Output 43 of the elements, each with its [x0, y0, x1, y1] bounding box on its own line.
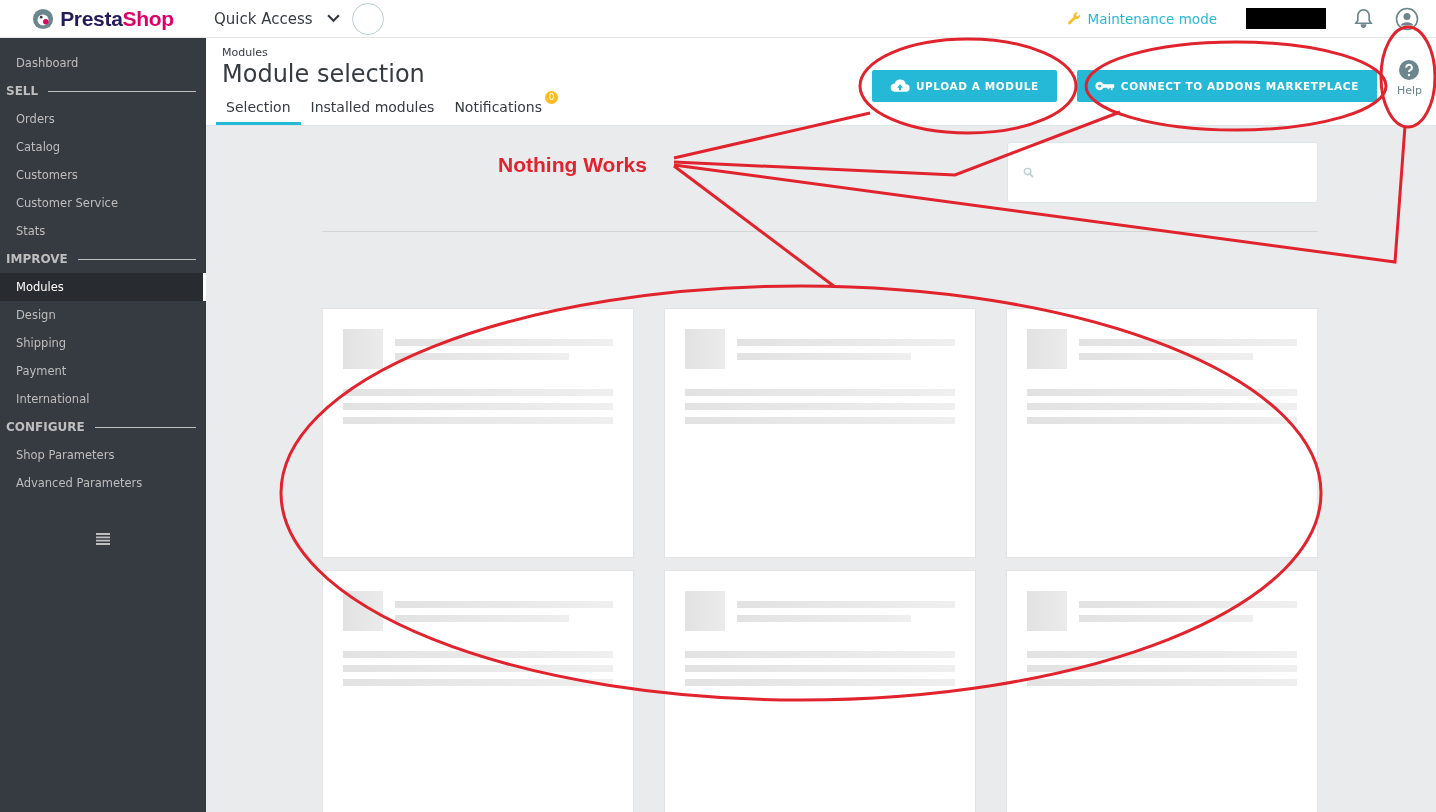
sidebar-item[interactable]: Design: [0, 301, 206, 329]
sidebar-item[interactable]: Stats: [0, 217, 206, 245]
sidebar-item[interactable]: Modules: [0, 273, 206, 301]
image-placeholder: [1027, 591, 1067, 631]
sidebar-item[interactable]: Orders: [0, 105, 206, 133]
sidebar-item[interactable]: Shop Parameters: [0, 441, 206, 469]
sidebar-item[interactable]: Advanced Parameters: [0, 469, 206, 497]
search-icon: [1023, 167, 1034, 178]
breadcrumb[interactable]: Modules: [216, 46, 558, 59]
sidebar-item[interactable]: Dashboard: [0, 49, 206, 77]
sidebar-item[interactable]: Shipping: [0, 329, 206, 357]
user-avatar-icon[interactable]: [1395, 6, 1419, 31]
image-placeholder: [685, 591, 725, 631]
image-placeholder: [1027, 329, 1067, 369]
sidebar-item[interactable]: Customer Service: [0, 189, 206, 217]
sidebar-item[interactable]: Customers: [0, 161, 206, 189]
tab[interactable]: Notifications 0: [444, 91, 558, 125]
search-field[interactable]: [1007, 142, 1318, 203]
sidebar-section-title: IMPROVE: [6, 252, 68, 266]
wrench-icon: [1067, 11, 1083, 26]
help-icon: [1399, 60, 1420, 80]
tab[interactable]: Installed modules: [300, 91, 445, 125]
image-placeholder: [343, 591, 383, 631]
chevron-down-icon[interactable]: [326, 14, 340, 23]
notification-badge: 0: [545, 91, 558, 104]
sidebar-item[interactable]: Payment: [0, 357, 206, 385]
quick-access-menu[interactable]: Quick Access: [206, 9, 313, 28]
tab[interactable]: Selection: [216, 91, 301, 125]
page-title: Module selection: [221, 59, 426, 89]
logo-wordmark[interactable]: PrestaShop: [60, 6, 174, 31]
image-placeholder: [685, 329, 725, 369]
annotation-text: Nothing Works: [498, 153, 647, 177]
sidebar-section-title: SELL: [6, 84, 39, 98]
bell-icon[interactable]: [1354, 8, 1373, 29]
key-icon: [1094, 79, 1115, 93]
menu-icon[interactable]: [96, 533, 110, 545]
help-button[interactable]: Help: [1396, 60, 1422, 97]
cloud-upload-icon: [889, 79, 910, 93]
sidebar-section-title: CONFIGURE: [6, 420, 85, 434]
image-placeholder: [343, 329, 383, 369]
logo-icon: [32, 7, 55, 30]
sidebar-item[interactable]: International: [0, 385, 206, 413]
sidebar-item[interactable]: Catalog: [0, 133, 206, 161]
